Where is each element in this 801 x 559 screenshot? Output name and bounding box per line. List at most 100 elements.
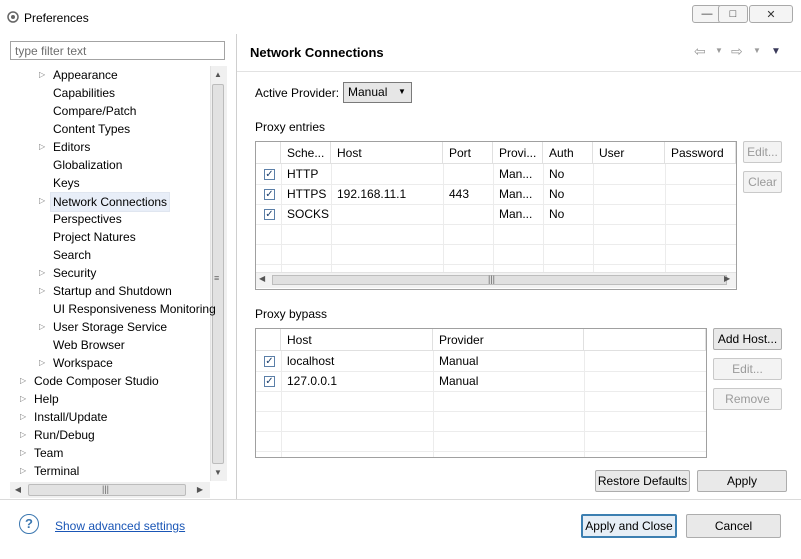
column-header[interactable]: Provi... xyxy=(493,142,543,164)
active-provider-value: Manual xyxy=(348,85,388,99)
filter-input[interactable] xyxy=(10,41,225,60)
entry-checkbox[interactable]: ✓ xyxy=(264,209,275,220)
view-menu-icon[interactable]: ▼ xyxy=(771,46,781,57)
scroll-down-icon[interactable]: ▼ xyxy=(210,468,226,477)
restore-defaults-button[interactable]: Restore Defaults xyxy=(595,470,690,492)
expand-arrow-icon[interactable]: ▷ xyxy=(39,282,45,300)
tree-item[interactable]: Web Browser xyxy=(53,336,125,354)
tree-item[interactable]: Install/Update xyxy=(34,408,107,426)
expand-arrow-icon[interactable]: ▷ xyxy=(39,318,45,336)
entries-horizontal-scrollbar[interactable]: ◀ ||| ▶ xyxy=(256,272,736,288)
apply-and-close-button[interactable]: Apply and Close xyxy=(581,514,677,538)
tree-item[interactable]: Project Natures xyxy=(53,228,136,246)
entry-cell-scheme: HTTPS xyxy=(287,187,327,201)
expand-arrow-icon[interactable]: ▷ xyxy=(20,372,26,390)
expand-arrow-icon[interactable]: ▷ xyxy=(20,444,26,462)
entry-checkbox[interactable]: ✓ xyxy=(264,189,275,200)
expand-arrow-icon[interactable]: ▷ xyxy=(39,138,45,156)
expand-arrow-icon[interactable]: ▷ xyxy=(39,354,45,372)
forward-arrow-icon[interactable]: ⇨ xyxy=(731,43,743,60)
chevron-down-icon: ▼ xyxy=(398,87,406,96)
expand-arrow-icon[interactable]: ▷ xyxy=(20,408,26,426)
tree-item[interactable]: Code Composer Studio xyxy=(34,372,159,390)
forward-menu-chevron-icon[interactable]: ▼ xyxy=(753,46,761,55)
bypass-checkbox[interactable]: ✓ xyxy=(264,356,275,367)
cancel-button[interactable]: Cancel xyxy=(686,514,781,538)
tree-item[interactable]: Compare/Patch xyxy=(53,102,136,120)
expand-arrow-icon[interactable]: ▷ xyxy=(39,66,45,84)
column-header[interactable]: Port xyxy=(443,142,493,164)
tree-item[interactable]: Startup and Shutdown xyxy=(53,282,172,300)
tree-item[interactable]: Network Connections xyxy=(50,192,171,212)
entry-cell-password xyxy=(665,204,736,224)
show-advanced-settings-link[interactable]: Show advanced settings xyxy=(55,519,185,533)
scroll-right-icon[interactable]: ▶ xyxy=(192,485,208,494)
tree-item[interactable]: Security xyxy=(53,264,96,282)
panel-divider[interactable] xyxy=(236,34,237,499)
entries-edit-button[interactable]: Edit... xyxy=(743,141,782,163)
expand-arrow-icon[interactable]: ▷ xyxy=(20,462,26,480)
close-icon: ✕ xyxy=(766,8,776,21)
tree-item[interactable]: Help xyxy=(34,390,59,408)
row-divider xyxy=(256,264,736,265)
entry-cell-provider: Man... xyxy=(499,187,533,201)
tree-item[interactable]: Capabilities xyxy=(53,84,115,102)
tree-item[interactable]: Search xyxy=(53,246,91,264)
bypass-cell-provider: Manual xyxy=(439,354,479,368)
tree-item[interactable]: Content Types xyxy=(53,120,130,138)
proxy-entries-label: Proxy entries xyxy=(255,120,326,134)
tree-item[interactable]: Terminal xyxy=(34,462,79,480)
entry-cell-host: 192.168.11.1 xyxy=(337,187,407,201)
entry-cell-password xyxy=(665,184,736,204)
tree-item[interactable]: Run/Debug xyxy=(34,426,95,444)
footer-separator xyxy=(0,499,801,500)
column-header[interactable]: Provider xyxy=(433,329,584,351)
entries-horizontal-thumb[interactable] xyxy=(272,275,727,285)
column-header[interactable]: Sche... xyxy=(281,142,331,164)
tree-item[interactable]: Appearance xyxy=(53,66,118,84)
help-icon[interactable]: ? xyxy=(19,514,39,534)
scroll-left-icon[interactable]: ◀ xyxy=(259,274,265,283)
tree-item[interactable]: Keys xyxy=(53,174,80,192)
proxy-entries-table: Sche... Host Port Provi... Auth User Password ✓… xyxy=(255,141,737,290)
column-header[interactable]: Auth xyxy=(543,142,593,164)
tree-item[interactable]: Editors xyxy=(53,138,90,156)
scroll-left-icon[interactable]: ◀ xyxy=(10,485,26,494)
expand-arrow-icon[interactable]: ▷ xyxy=(20,426,26,444)
entry-cell-auth: No xyxy=(549,207,565,221)
column-header[interactable]: Password xyxy=(665,142,736,164)
tree-item[interactable]: UI Responsiveness Monitoring xyxy=(53,300,216,318)
tree-item[interactable]: Globalization xyxy=(53,156,122,174)
close-button[interactable]: ✕ xyxy=(749,5,793,23)
column-divider xyxy=(584,351,585,457)
scroll-right-icon[interactable]: ▶ xyxy=(724,274,730,283)
bypass-edit-button[interactable]: Edit... xyxy=(713,358,782,380)
bypass-remove-button[interactable]: Remove xyxy=(713,388,782,410)
add-host-button[interactable]: Add Host... xyxy=(713,328,782,350)
column-header[interactable]: User xyxy=(593,142,665,164)
checkbox-column-header xyxy=(256,142,281,164)
row-divider xyxy=(256,391,706,392)
tree-item[interactable]: Workspace xyxy=(53,354,113,372)
maximize-button[interactable]: □ xyxy=(718,5,748,23)
entry-checkbox[interactable]: ✓ xyxy=(264,169,275,180)
bypass-cell-host: localhost xyxy=(287,354,335,368)
expand-arrow-icon[interactable]: ▷ xyxy=(39,192,45,210)
back-menu-chevron-icon[interactable]: ▼ xyxy=(715,46,723,55)
tree-item[interactable]: User Storage Service xyxy=(53,318,167,336)
column-header[interactable] xyxy=(584,329,706,351)
back-arrow-icon[interactable]: ⇦ xyxy=(694,43,706,60)
expand-arrow-icon[interactable]: ▷ xyxy=(39,264,45,282)
column-header[interactable]: Host xyxy=(281,329,433,351)
apply-button[interactable]: Apply xyxy=(697,470,787,492)
row-divider xyxy=(256,224,736,225)
tree-item[interactable]: Team xyxy=(34,444,63,462)
column-header[interactable]: Host xyxy=(331,142,443,164)
bypass-cell-provider: Manual xyxy=(439,374,479,388)
scroll-up-icon[interactable]: ▲ xyxy=(210,70,226,79)
entries-clear-button[interactable]: Clear xyxy=(743,171,782,193)
tree-item[interactable]: Perspectives xyxy=(53,210,122,228)
bypass-checkbox[interactable]: ✓ xyxy=(264,376,275,387)
bypass-cell-host: 127.0.0.1 xyxy=(287,374,338,388)
expand-arrow-icon[interactable]: ▷ xyxy=(20,390,26,408)
